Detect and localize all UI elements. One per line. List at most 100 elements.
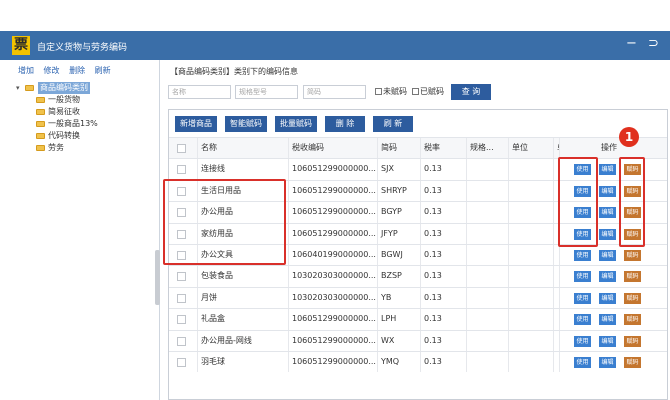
edit-button[interactable]: 编辑	[599, 249, 616, 261]
tree-item-code-conversion[interactable]: 代码转换	[12, 130, 158, 142]
edit-category-link[interactable]: 修改	[44, 66, 60, 75]
tree-item-services[interactable]: 劳务	[12, 142, 158, 154]
assign-code-button[interactable]: 赋码	[624, 228, 641, 240]
row-spec	[467, 287, 509, 309]
checkbox-icon[interactable]	[412, 88, 419, 95]
query-button[interactable]: 查 询	[451, 84, 491, 100]
edit-button[interactable]: 编辑	[599, 164, 616, 176]
category-sidebar: 增加 修改 删除 刷新 ▾ 商品编码类别 一般货物 简易征收 一般商品13% 代…	[8, 60, 160, 400]
delete-category-link[interactable]: 删除	[69, 66, 85, 75]
assign-code-button[interactable]: 赋码	[624, 271, 641, 283]
row-short-code: BZSP	[378, 266, 421, 287]
smart-assign-button[interactable]: 智能赋码	[225, 116, 267, 132]
use-button[interactable]: 使用	[574, 356, 591, 368]
assign-code-button[interactable]: 赋码	[624, 356, 641, 368]
edit-button[interactable]: 编辑	[599, 185, 616, 197]
row-spec	[467, 266, 509, 287]
header-tax-rate[interactable]: 税率	[421, 138, 467, 159]
row-actions: 使用 编辑 赋码	[560, 288, 667, 308]
minimize-button[interactable]: −	[626, 37, 637, 51]
unassigned-checkbox[interactable]: 未赋码	[375, 86, 407, 97]
use-button[interactable]: 使用	[574, 249, 591, 261]
assign-code-button[interactable]: 赋码	[624, 335, 641, 347]
edit-button[interactable]: 编辑	[599, 207, 616, 219]
use-button[interactable]: 使用	[574, 207, 591, 219]
refresh-category-link[interactable]: 刷新	[95, 66, 111, 75]
name-filter-input[interactable]	[168, 85, 231, 99]
edit-button[interactable]: 编辑	[599, 228, 616, 240]
folder-icon	[36, 145, 45, 151]
use-button[interactable]: 使用	[574, 335, 591, 347]
spec-filter-input[interactable]	[235, 85, 298, 99]
table-row[interactable]: 礼品盒 106051299000000... LPH 0.13 使用 编辑 赋码	[169, 308, 667, 330]
add-goods-button[interactable]: 新增商品	[175, 116, 217, 132]
use-button[interactable]: 使用	[574, 164, 591, 176]
table-row[interactable]: 包装食品 103020303000000... BZSP 0.13 使用 编辑 赋码	[169, 265, 667, 287]
header-short-code[interactable]: 简码	[378, 138, 421, 159]
header-tax-code[interactable]: 税收编码	[289, 138, 378, 159]
row-checkbox[interactable]	[177, 165, 186, 175]
batch-assign-button[interactable]: 批量赋码	[275, 116, 317, 132]
row-short-code: LPH	[378, 309, 421, 330]
short-code-filter-input[interactable]	[303, 85, 366, 99]
row-checkbox[interactable]	[177, 293, 186, 303]
edit-button[interactable]: 编辑	[599, 356, 616, 368]
collapse-arrow-icon[interactable]: ▾	[16, 82, 20, 94]
tree-root-node[interactable]: ▾ 商品编码类别	[12, 82, 158, 94]
use-button[interactable]: 使用	[574, 314, 591, 326]
row-checkbox[interactable]	[177, 208, 186, 218]
add-category-link[interactable]: 增加	[18, 66, 34, 75]
refresh-button[interactable]: 刷 新	[373, 116, 413, 132]
edit-button[interactable]: 编辑	[599, 314, 616, 326]
use-button[interactable]: 使用	[574, 228, 591, 240]
assigned-checkbox[interactable]: 已赋码	[412, 86, 444, 97]
edit-button[interactable]: 编辑	[599, 271, 616, 283]
header-unit[interactable]: 单位	[509, 138, 554, 159]
close-button[interactable]: ⊃	[648, 37, 659, 51]
checkbox-icon[interactable]	[375, 88, 382, 95]
row-spec	[467, 244, 509, 266]
select-all-checkbox[interactable]	[177, 144, 186, 153]
assign-code-button[interactable]: 赋码	[624, 292, 641, 304]
header-spec[interactable]: 规格...	[467, 138, 509, 159]
row-checkbox[interactable]	[177, 357, 186, 367]
table-row[interactable]: 家纺用品 106051299000000... JFYP 0.13 使用 编辑 赋码	[169, 222, 667, 244]
row-checkbox[interactable]	[177, 336, 186, 346]
assign-code-button[interactable]: 赋码	[624, 185, 641, 197]
table-row[interactable]: 羽毛球 106051299000000... YMQ 0.13 使用 编辑 赋码	[169, 350, 667, 373]
edit-button[interactable]: 编辑	[599, 292, 616, 304]
row-actions: 使用 编辑 赋码	[560, 159, 667, 179]
use-button[interactable]: 使用	[574, 292, 591, 304]
table-row[interactable]: 连接线 106051299000000... SJX 0.13 使用 编辑 赋码	[169, 158, 667, 180]
delete-button[interactable]: 删 除	[325, 116, 365, 132]
row-tax-code: 106051299000000...	[289, 202, 378, 223]
table-row[interactable]: 办公文具 106040199000000... BGWJ 0.13 使用 编辑 赋码	[169, 243, 667, 266]
sidebar-scrollbar[interactable]	[155, 250, 160, 305]
tree-item-general-13[interactable]: 一般商品13%	[12, 118, 158, 130]
row-checkbox[interactable]	[177, 229, 186, 239]
header-name[interactable]: 名称	[198, 138, 289, 159]
tree-item-general-goods[interactable]: 一般货物	[12, 94, 158, 106]
row-checkbox[interactable]	[177, 315, 186, 325]
row-select-cell	[169, 202, 198, 223]
row-tax-rate: 0.13	[421, 180, 467, 202]
row-unit	[509, 287, 554, 309]
tree-item-simple-levy[interactable]: 简易征收	[12, 106, 158, 118]
table-row[interactable]: 月饼 103020303000000... YB 0.13 使用 编辑 赋码	[169, 286, 667, 309]
assign-code-button[interactable]: 赋码	[624, 249, 641, 261]
table-row[interactable]: 办公用品 106051299000000... BGYP 0.13 使用 编辑 赋码	[169, 201, 667, 223]
use-button[interactable]: 使用	[574, 271, 591, 283]
assign-code-button[interactable]: 赋码	[624, 207, 641, 219]
row-checkbox[interactable]	[177, 272, 186, 282]
row-checkbox[interactable]	[177, 186, 186, 196]
edit-button[interactable]: 编辑	[599, 335, 616, 347]
tree-item-label: 代码转换	[48, 131, 80, 140]
table-row[interactable]: 生活日用品 106051299000000... SHRYP 0.13 使用 编辑 赋码	[169, 179, 667, 202]
assign-code-button[interactable]: 赋码	[624, 164, 641, 176]
annotation-badge: 1	[619, 127, 639, 147]
row-checkbox[interactable]	[177, 250, 186, 260]
table-row[interactable]: 办公用品-网线 106051299000000... WX 0.13 使用 编辑 赋码	[169, 329, 667, 351]
use-button[interactable]: 使用	[574, 185, 591, 197]
assign-code-button[interactable]: 赋码	[624, 314, 641, 326]
row-tax-code: 103020303000000...	[289, 287, 378, 309]
